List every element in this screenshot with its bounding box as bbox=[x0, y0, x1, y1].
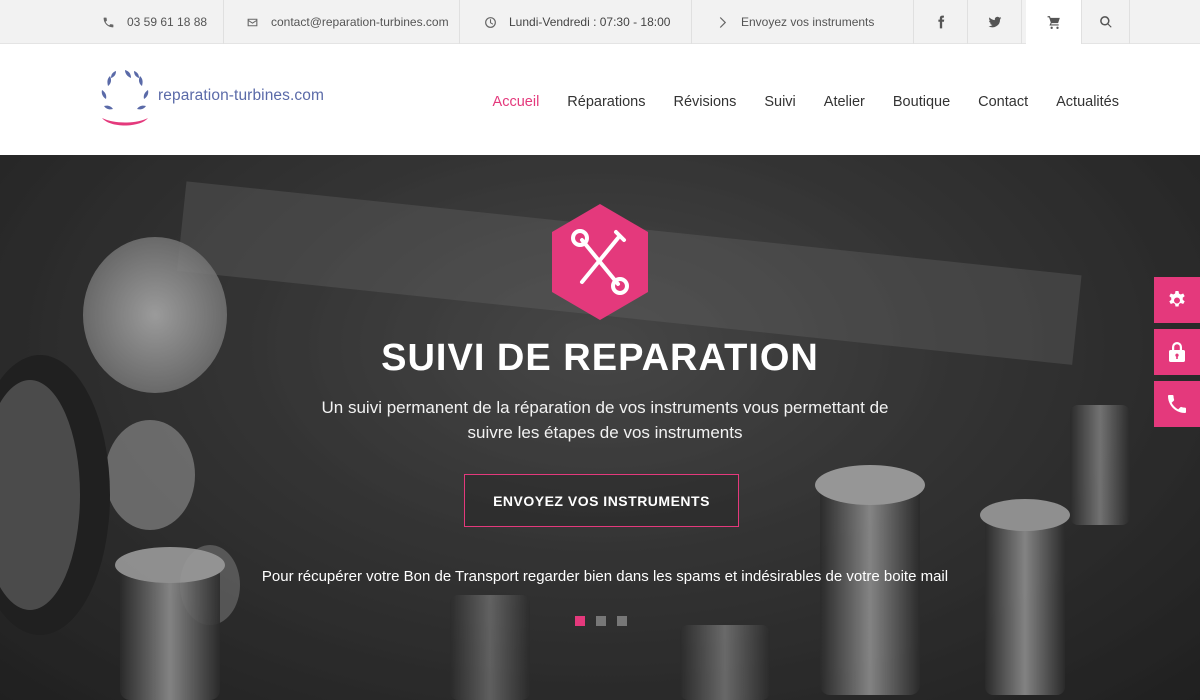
twitter-button[interactable] bbox=[968, 0, 1022, 44]
logo-icon bbox=[101, 70, 149, 126]
send-instruments-button[interactable]: ENVOYEZ VOS INSTRUMENTS bbox=[464, 474, 739, 527]
cart-icon bbox=[1047, 16, 1060, 29]
facebook-button[interactable] bbox=[914, 0, 968, 44]
nav-item-reparations[interactable]: Réparations bbox=[567, 94, 645, 110]
login-widget-button[interactable] bbox=[1154, 329, 1200, 375]
slider-dot-1[interactable] bbox=[575, 616, 585, 626]
slider-dot-2[interactable] bbox=[596, 616, 606, 626]
nav-item-accueil[interactable]: Accueil bbox=[493, 94, 540, 110]
slider-dot-3[interactable] bbox=[617, 616, 627, 626]
hero-title: SUIVI DE REPARATION bbox=[381, 337, 819, 379]
nav-item-boutique[interactable]: Boutique bbox=[893, 94, 950, 110]
cart-button[interactable] bbox=[1026, 0, 1082, 44]
nav-item-revisions[interactable]: Révisions bbox=[673, 94, 736, 110]
nav-item-contact[interactable]: Contact bbox=[978, 94, 1028, 110]
site-logo[interactable]: reparation-turbines.com bbox=[94, 66, 324, 136]
lock-icon bbox=[1169, 342, 1185, 362]
main-nav: Accueil Réparations Révisions Suivi Atel… bbox=[465, 94, 1119, 110]
facebook-icon bbox=[937, 15, 944, 29]
topbar-send-text: Envoyez vos instruments bbox=[741, 15, 875, 29]
nav-item-suivi[interactable]: Suivi bbox=[764, 94, 795, 110]
gear-icon bbox=[1169, 291, 1185, 307]
mail-icon bbox=[247, 18, 258, 26]
nav-item-atelier[interactable]: Atelier bbox=[824, 94, 865, 110]
phone-icon bbox=[103, 17, 114, 27]
tools-icon bbox=[552, 204, 648, 320]
settings-widget-button[interactable] bbox=[1154, 277, 1200, 323]
chevron-right-icon bbox=[719, 16, 727, 28]
site-header: reparation-turbines.com Accueil Réparati… bbox=[0, 44, 1200, 155]
top-bar: 03 59 61 18 88 contact@reparation-turbin… bbox=[0, 0, 1200, 44]
transport-notice: Pour récupérer votre Bon de Transport re… bbox=[261, 568, 949, 585]
call-widget-button[interactable] bbox=[1154, 381, 1200, 427]
topbar-email-text: contact@reparation-turbines.com bbox=[271, 15, 449, 29]
topbar-email[interactable]: contact@reparation-turbines.com bbox=[224, 0, 460, 44]
hero-subtitle: Un suivi permanent de la réparation de v… bbox=[321, 398, 889, 442]
twitter-icon bbox=[988, 16, 1001, 28]
topbar-hours-text: Lundi-Vendredi : 07:30 - 18:00 bbox=[509, 15, 671, 29]
topbar-hours: Lundi-Vendredi : 07:30 - 18:00 bbox=[460, 0, 692, 44]
nav-item-actualites[interactable]: Actualités bbox=[1056, 94, 1119, 110]
search-button[interactable] bbox=[1082, 0, 1130, 44]
logo-text: reparation-turbines.com bbox=[158, 87, 324, 104]
topbar-phone[interactable]: 03 59 61 18 88 bbox=[88, 0, 224, 44]
clock-icon bbox=[485, 16, 496, 28]
slider-dots bbox=[575, 616, 638, 626]
hero-slider: SUIVI DE REPARATION Un suivi permanent d… bbox=[0, 155, 1200, 700]
phone-icon bbox=[1168, 395, 1186, 413]
search-icon bbox=[1099, 16, 1112, 28]
topbar-phone-text: 03 59 61 18 88 bbox=[127, 15, 208, 29]
topbar-send-link[interactable]: Envoyez vos instruments bbox=[692, 0, 914, 44]
